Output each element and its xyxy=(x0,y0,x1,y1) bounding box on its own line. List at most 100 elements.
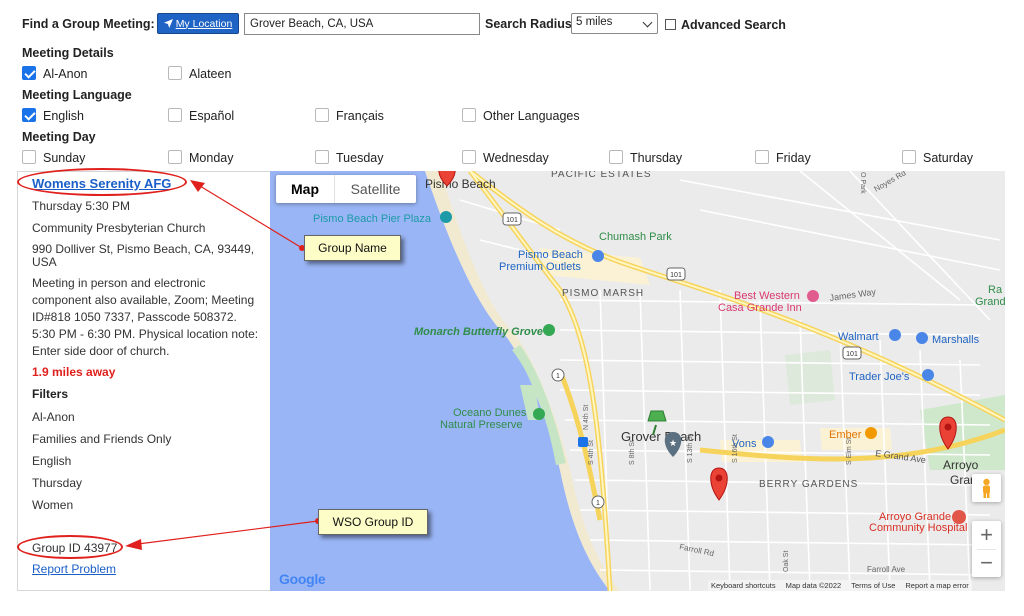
map-label-pismo-beach: Pismo Beach xyxy=(425,177,496,191)
checkbox-label-english[interactable]: English xyxy=(43,109,84,123)
report-map-error-link[interactable]: Report a map error xyxy=(905,581,968,590)
location-input[interactable] xyxy=(244,13,480,35)
checkbox-wednesday[interactable] xyxy=(462,150,476,164)
chevron-down-icon xyxy=(642,17,653,28)
checkbox-label-friday[interactable]: Friday xyxy=(776,151,811,165)
checkbox-saturday[interactable] xyxy=(902,150,916,164)
highway-1-shield: 1 xyxy=(591,495,605,509)
my-location-button[interactable]: My Location xyxy=(157,13,239,34)
filters-heading: Filters xyxy=(32,387,69,401)
checkbox-label-al-anon[interactable]: Al-Anon xyxy=(43,67,87,81)
svg-text:101: 101 xyxy=(670,272,682,279)
map-label-monarch-grove: Monarch Butterfly Grove xyxy=(414,326,543,338)
checkbox-label-thursday[interactable]: Thursday xyxy=(630,151,682,165)
filter-item: Families and Friends Only xyxy=(32,432,172,446)
group-name-callout: Group Name xyxy=(304,235,401,261)
filter-item: Thursday xyxy=(32,476,83,490)
location-arrow-icon xyxy=(163,19,173,28)
map-label-pismo-marsh: PISMO MARSH xyxy=(562,288,644,299)
checkbox-francais[interactable] xyxy=(315,108,329,122)
checkbox-label-alateen[interactable]: Alateen xyxy=(189,67,231,81)
svg-text:★: ★ xyxy=(669,438,677,448)
svg-text:1: 1 xyxy=(556,373,560,380)
checkbox-label-francais[interactable]: Français xyxy=(336,109,384,123)
shopping-icon xyxy=(592,250,604,262)
terms-of-use-link[interactable]: Terms of Use xyxy=(851,581,895,590)
map-label-oceano-1: Oceano Dunes xyxy=(453,407,527,419)
tab-map[interactable]: Map xyxy=(276,175,334,203)
checkbox-english[interactable] xyxy=(22,108,36,122)
map-label-oceano-2: Natural Preserve xyxy=(440,419,523,431)
checkbox-label-other-languages[interactable]: Other Languages xyxy=(483,109,580,123)
svg-text:1: 1 xyxy=(596,500,600,507)
svg-text:101: 101 xyxy=(846,351,858,358)
advanced-search-label[interactable]: Advanced Search xyxy=(681,18,786,32)
map-label-s-16th: S 16th St xyxy=(732,434,739,463)
filter-item: English xyxy=(32,454,72,468)
search-radius-select[interactable]: 5 miles xyxy=(571,13,658,34)
map-label-walmart: Walmart xyxy=(838,331,879,343)
tab-satellite[interactable]: Satellite xyxy=(334,175,416,203)
zoom-controls: + − xyxy=(972,521,1001,577)
group-id-callout: WSO Group ID xyxy=(318,509,428,535)
distance-text: 1.9 miles away xyxy=(32,365,116,379)
shopping-icon xyxy=(916,332,928,344)
highway-101-shield: 101 xyxy=(842,346,862,360)
checkbox-label-tuesday[interactable]: Tuesday xyxy=(336,151,383,165)
checkbox-espanol[interactable] xyxy=(168,108,182,122)
checkbox-friday[interactable] xyxy=(755,150,769,164)
zoom-in-button[interactable]: + xyxy=(972,521,1001,549)
address-line-2: USA xyxy=(32,255,57,269)
checkbox-sunday[interactable] xyxy=(22,150,36,164)
shopping-icon xyxy=(922,369,934,381)
pegman-icon xyxy=(983,478,990,498)
meeting-note-line: ID#818 1050 7337, Passcode 508372. xyxy=(32,310,237,324)
checkbox-label-saturday[interactable]: Saturday xyxy=(923,151,973,165)
advanced-search-checkbox[interactable] xyxy=(665,19,676,30)
map-label-outlets-1: Pismo Beach xyxy=(518,249,583,261)
map-label-oak-st: Oak St xyxy=(783,551,790,572)
park-icon xyxy=(533,408,545,420)
map-label-best-western-2: Casa Grande Inn xyxy=(718,302,802,314)
map-label-s-13th: S 13th St xyxy=(687,434,694,463)
map-label-s-elm: S Elm St xyxy=(846,438,853,465)
svg-text:101: 101 xyxy=(506,217,518,224)
keyboard-shortcuts-link[interactable]: Keyboard shortcuts xyxy=(711,581,776,590)
map-label-outlets-2: Premium Outlets xyxy=(499,261,581,273)
report-problem-link[interactable]: Report Problem xyxy=(32,562,116,576)
map-label-hospital-2: Community Hospital xyxy=(869,522,967,534)
checkbox-label-espanol[interactable]: Español xyxy=(189,109,234,123)
zoom-out-button[interactable]: − xyxy=(972,549,1001,577)
checkbox-al-anon[interactable] xyxy=(22,66,36,80)
meeting-time: Thursday 5:30 PM xyxy=(32,199,131,213)
map-label-pier-plaza: Pismo Beach Pier Plaza xyxy=(313,213,432,225)
park-icon xyxy=(543,324,555,336)
checkbox-tuesday[interactable] xyxy=(315,150,329,164)
group-name-callout-text: Group Name xyxy=(318,241,387,255)
checkbox-thursday[interactable] xyxy=(609,150,623,164)
meeting-note-line: 5:30 PM - 6:30 PM. Physical location not… xyxy=(32,327,259,341)
checkbox-alateen[interactable] xyxy=(168,66,182,80)
my-location-label: My Location xyxy=(175,17,233,30)
meeting-note-line: Enter side door of church. xyxy=(32,344,170,358)
map-label-berry-gardens: BERRY GARDENS xyxy=(759,479,858,490)
map-data-text: Map data ©2022 xyxy=(785,581,842,590)
checkbox-label-sunday[interactable]: Sunday xyxy=(43,151,85,165)
google-logo-text: Google xyxy=(279,571,326,587)
group-id-callout-text: WSO Group ID xyxy=(332,515,414,529)
checkbox-label-monday[interactable]: Monday xyxy=(189,151,233,165)
map-label-ra-2: Grand xyxy=(975,296,1005,308)
camera-icon xyxy=(440,211,452,223)
transit-icon xyxy=(578,437,588,447)
map-label-pacific-estates: PACIFIC ESTATES xyxy=(551,171,652,180)
highway-101-shield: 101 xyxy=(666,267,686,281)
checkbox-other-languages[interactable] xyxy=(462,108,476,122)
hospital-icon xyxy=(952,510,966,524)
checkbox-label-wednesday[interactable]: Wednesday xyxy=(483,151,549,165)
group-id-highlight xyxy=(17,535,123,559)
map-label-arroyo-1: Arroyo xyxy=(943,458,979,472)
pegman-button[interactable] xyxy=(972,474,1001,502)
hotel-icon xyxy=(807,290,819,302)
checkbox-monday[interactable] xyxy=(168,150,182,164)
map-label-farroll-ave: Farroll Ave xyxy=(867,565,906,574)
